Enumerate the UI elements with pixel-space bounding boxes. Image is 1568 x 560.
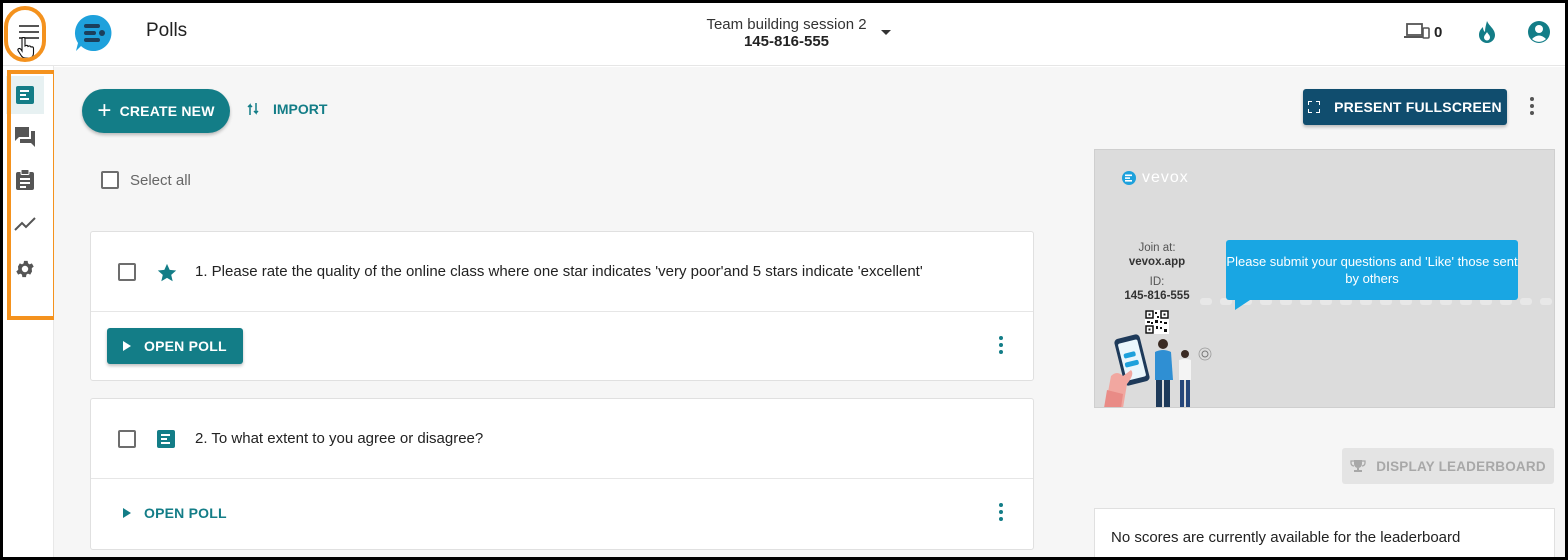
devices-count: 0 <box>1434 23 1443 41</box>
account-icon[interactable] <box>1527 20 1551 44</box>
sidebar-item-surveys[interactable] <box>6 161 44 199</box>
gear-icon <box>16 260 34 278</box>
sidebar-item-questions[interactable] <box>6 118 44 156</box>
join-at-label: Join at: <box>1138 242 1176 254</box>
trophy-icon <box>1350 460 1366 472</box>
poll-icon <box>16 86 34 104</box>
sidebar-item-reports[interactable] <box>6 205 44 243</box>
poll-header[interactable]: 1. Please rate the quality of the online… <box>91 232 1033 312</box>
import-label: IMPORT <box>273 101 328 117</box>
open-poll-button[interactable]: OPEN POLL <box>107 328 243 364</box>
select-all[interactable]: Select all <box>101 171 191 189</box>
presentation-preview[interactable]: vevox Join at: vevox.app ID: 145-816-555… <box>1094 149 1555 408</box>
poll-actions: OPEN POLL <box>91 479 1033 547</box>
poll-actions: OPEN POLL <box>91 312 1033 380</box>
poll-checkbox[interactable] <box>118 430 136 448</box>
poll-title: 2. To what extent to you agree or disagr… <box>195 430 484 447</box>
star-icon <box>157 263 177 282</box>
display-leaderboard-label: DISPLAY LEADERBOARD <box>1376 458 1546 474</box>
sidebar <box>0 66 54 560</box>
poll-checkbox[interactable] <box>118 263 136 281</box>
display-leaderboard-button[interactable]: DISPLAY LEADERBOARD <box>1342 448 1554 484</box>
play-icon <box>123 341 131 351</box>
flame-icon[interactable] <box>1476 20 1498 44</box>
join-url: vevox.app <box>1128 256 1186 268</box>
present-fullscreen-label: PRESENT FULLSCREEN <box>1334 99 1502 115</box>
vevox-logo[interactable] <box>73 13 113 58</box>
session-name: Team building session 2 <box>706 16 867 33</box>
more-vert-icon[interactable] <box>999 503 1003 521</box>
plus-icon: + <box>97 97 112 124</box>
session-id: 145-816-555 <box>743 33 830 50</box>
hand-cursor-icon <box>17 37 35 59</box>
session-selector[interactable]: Team building session 2 145-816-555 <box>694 16 879 50</box>
poll-title: 1. Please rate the quality of the online… <box>195 263 923 280</box>
open-poll-label: OPEN POLL <box>144 505 227 521</box>
devices-icon <box>1404 23 1430 39</box>
present-fullscreen-button[interactable]: PRESENT FULLSCREEN <box>1303 89 1507 125</box>
text-poll-icon <box>157 430 175 448</box>
poll-header[interactable]: 2. To what extent to you agree or disagr… <box>91 399 1033 479</box>
id-label: ID: <box>1149 276 1165 288</box>
trending-icon <box>14 217 36 231</box>
forum-icon <box>15 127 35 147</box>
create-new-button[interactable]: + CREATE NEW <box>82 89 230 133</box>
top-app-bar: Polls Team building session 2 145-816-55… <box>0 0 1568 66</box>
open-poll-label: OPEN POLL <box>144 338 227 354</box>
instruction-bubble: Please submit your questions and 'Like' … <box>1226 240 1518 300</box>
vevox-logo-icon <box>74 14 112 52</box>
import-button[interactable]: IMPORT <box>247 101 327 117</box>
vevox-logo-icon <box>1122 171 1136 185</box>
page-title: Polls <box>146 20 188 41</box>
select-all-label: Select all <box>130 171 191 189</box>
open-poll-button[interactable]: OPEN POLL <box>107 495 243 531</box>
import-swap-icon <box>247 103 259 115</box>
fullscreen-icon <box>1308 101 1321 113</box>
leaderboard-panel: No scores are currently available for th… <box>1094 508 1555 560</box>
select-all-checkbox[interactable] <box>101 171 119 189</box>
caret-down-icon[interactable] <box>880 29 892 37</box>
more-vert-icon[interactable] <box>1530 97 1534 115</box>
play-icon <box>123 508 131 518</box>
sidebar-item-polls[interactable] <box>6 76 44 114</box>
leaderboard-empty-message: No scores are currently available for th… <box>1111 529 1461 546</box>
connected-devices[interactable]: 0 <box>1404 22 1442 42</box>
people-illustration <box>1104 334 1212 407</box>
preview-brand: vevox <box>1121 169 1189 187</box>
bubble-tail <box>1235 298 1253 310</box>
preview-brand-name: vevox <box>1142 169 1189 186</box>
join-info: Join at: vevox.app ID: 145-816-555 <box>1117 241 1197 303</box>
poll-card: 1. Please rate the quality of the online… <box>90 231 1034 381</box>
more-vert-icon[interactable] <box>999 336 1003 354</box>
sidebar-item-settings[interactable] <box>6 250 44 288</box>
clipboard-icon <box>16 169 34 190</box>
create-new-label: CREATE NEW <box>119 103 215 119</box>
join-id: 145-816-555 <box>1124 290 1190 302</box>
poll-card: 2. To what extent to you agree or disagr… <box>90 398 1034 550</box>
